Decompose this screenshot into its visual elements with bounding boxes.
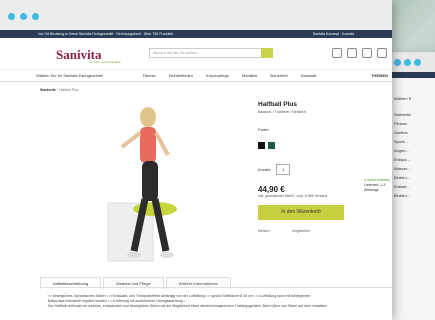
- color-swatch[interactable]: [268, 142, 275, 149]
- nav-theme[interactable]: THEMEN: [371, 73, 388, 78]
- category-item[interactable]: Fitness: [394, 121, 407, 126]
- cart-icon[interactable]: [377, 48, 387, 58]
- nav-item[interactable]: Fitness: [143, 73, 156, 78]
- category-item[interactable]: Blutdru...: [394, 193, 410, 198]
- nav-item[interactable]: Sicherheit: [270, 73, 288, 78]
- window-maximize-icon[interactable]: [32, 13, 39, 20]
- product-title: Halfball Plus: [258, 101, 298, 108]
- product-info: Halfball Plus Balance- / Trainierer / Be…: [258, 101, 392, 233]
- nav-items: Fitness Wohlbefinden Körperpflege Mobilität…: [143, 73, 330, 78]
- color-label: Farbe:: [258, 127, 270, 132]
- heart-icon[interactable]: [347, 48, 357, 58]
- nav-item[interactable]: Mobilität: [242, 73, 257, 78]
- product-description: >> bewegliches, dynamisches Sitzen • >>S…: [48, 294, 388, 309]
- branch-link[interactable]: Wählen S: [394, 96, 411, 101]
- nav-item[interactable]: Körperpflege: [206, 73, 229, 78]
- service-bar-left: Vor Ort Beratung in Ihrem Sanivita Fachg…: [38, 32, 174, 36]
- quantity-input[interactable]: 1: [276, 164, 291, 175]
- topbar-text: Vor Ort: [394, 53, 407, 58]
- wishlist-link[interactable]: Merken: [258, 229, 270, 233]
- category-item[interactable]: Entspa...: [394, 157, 410, 162]
- category-item[interactable]: Sanftes: [394, 130, 408, 135]
- category-item[interactable]: Entlast...: [394, 184, 410, 189]
- window-dot-icon[interactable]: [394, 59, 401, 66]
- category-item[interactable]: Wasser...: [394, 166, 411, 171]
- site-header: Sanivita für mehr Lebensqualität Wonach …: [0, 38, 392, 70]
- window-minimize-icon[interactable]: [20, 13, 27, 20]
- background-window: Vor Ort Wählen S Startseite Fitness Sanfte…: [388, 52, 435, 320]
- compare-link[interactable]: Vergleichen: [292, 229, 310, 233]
- search-button[interactable]: [261, 48, 273, 58]
- topbar: Vor Ort: [388, 53, 435, 78]
- main-nav: Wählen Sie Ihr Sanivita Fachgeschäft Fit…: [0, 70, 392, 82]
- search-input[interactable]: Wonach Sie hier Sie suchen...: [149, 48, 273, 58]
- description-line: Der Halfball verbindet ein weiches, ents…: [48, 304, 327, 308]
- color-swatches: [258, 136, 392, 154]
- breadcrumb: Startseite › Halfball Plus: [40, 88, 79, 92]
- product-image: [107, 107, 177, 262]
- category-item[interactable]: Angeb...: [394, 148, 409, 153]
- window-close-icon[interactable]: [8, 13, 15, 20]
- color-swatch[interactable]: [258, 142, 265, 149]
- window-dot-icon[interactable]: [404, 59, 411, 66]
- product-subtitle: Balance- / Trainierer / Bestbezi: [258, 110, 306, 114]
- qty-row: Anzahl: 1: [258, 164, 392, 175]
- tab-divider: [40, 287, 392, 288]
- service-bar: Vor Ort Beratung in Ihrem Sanivita Fachg…: [0, 30, 392, 38]
- browser-window: Vor Ort Beratung in Ihrem Sanivita Fachg…: [0, 0, 392, 320]
- breadcrumb-current: Halfball Plus: [59, 88, 79, 92]
- user-icon[interactable]: [332, 48, 342, 58]
- service-bar-right[interactable]: Sanivita Konzept · Kontakt: [313, 32, 354, 36]
- category-item[interactable]: Sporti...: [394, 139, 408, 144]
- category-item[interactable]: Startseite: [394, 112, 411, 117]
- header-icons: [332, 48, 387, 58]
- breadcrumb-root[interactable]: Startseite: [40, 88, 56, 92]
- product-actions: Merken Vergleichen: [258, 229, 392, 233]
- delivery-time: Lieferzeit: 1-3 Werktage: [364, 183, 386, 192]
- window-dot-icon[interactable]: [414, 59, 421, 66]
- nav-item[interactable]: Haushalt: [301, 73, 317, 78]
- qty-label: Anzahl:: [258, 167, 272, 172]
- category-item[interactable]: Blutdru...: [394, 175, 410, 180]
- add-to-cart-button[interactable]: In den Warenkorb: [258, 205, 344, 220]
- branch-selector[interactable]: Wählen Sie Ihr Sanivita Fachgeschäft: [36, 73, 103, 78]
- window-titlebar: [0, 0, 392, 30]
- nav-item[interactable]: Wohlbefinden: [169, 73, 193, 78]
- tax-note[interactable]: inkl. gesetzlicher MwSt., zzgl. 5,95€ Ve…: [258, 194, 392, 198]
- logo-tagline: für mehr Lebensqualität: [89, 60, 121, 64]
- notes-icon[interactable]: [362, 48, 372, 58]
- availability: ● Sofort lieferbar Lieferzeit: 1-3 Werkt…: [364, 178, 392, 193]
